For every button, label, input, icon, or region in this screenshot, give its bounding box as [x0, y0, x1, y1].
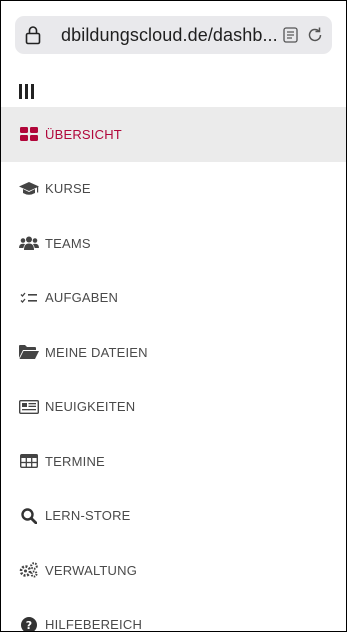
sidebar-item-lern-store[interactable]: LERN-STORE — [1, 489, 346, 544]
browser-frame: dbildungscloud.de/dashb... ÜBERSICHT KUR… — [0, 0, 347, 632]
browser-toolbar: dbildungscloud.de/dashb... — [1, 1, 346, 69]
users-icon — [19, 233, 39, 253]
hamburger-icon[interactable] — [19, 84, 34, 99]
sidebar-item-hilfebereich[interactable]: ? HILFEBEREICH — [1, 598, 346, 632]
url-text[interactable]: dbildungscloud.de/dashb... — [61, 25, 278, 46]
reload-icon[interactable] — [306, 26, 324, 49]
sidebar-item-teams[interactable]: TEAMS — [1, 216, 346, 271]
sidebar-item-label: TERMINE — [45, 453, 105, 469]
lock-icon — [25, 25, 41, 50]
address-bar[interactable]: dbildungscloud.de/dashb... — [15, 16, 332, 54]
sidebar-item-termine[interactable]: TERMINE — [1, 434, 346, 489]
calendar-table-icon — [19, 451, 39, 471]
sidebar-item-label: HILFEBEREICH — [45, 617, 143, 632]
sidebar-item-label: KURSE — [45, 181, 91, 197]
reader-icon[interactable] — [283, 27, 298, 48]
sidebar-item-label: VERWALTUNG — [45, 562, 138, 578]
sidebar-item-label: AUFGABEN — [45, 290, 119, 306]
cogs-icon — [19, 560, 39, 580]
sidebar-item-kurse[interactable]: KURSE — [1, 162, 346, 217]
help-icon: ? — [19, 615, 39, 632]
sidebar-item-verwaltung[interactable]: VERWALTUNG — [1, 543, 346, 598]
graduation-cap-icon — [19, 179, 39, 199]
sidebar-item-neuigkeiten[interactable]: NEUIGKEITEN — [1, 380, 346, 435]
newspaper-icon — [19, 397, 39, 417]
sidebar-item-meine-dateien[interactable]: MEINE DATEIEN — [1, 325, 346, 380]
sidebar-item-label: ÜBERSICHT — [45, 126, 122, 142]
dashboard-icon — [19, 124, 39, 144]
search-icon — [19, 506, 39, 526]
sidebar-nav: ÜBERSICHT KURSE TEAMS AUFGABEN MEINE DAT… — [1, 107, 346, 632]
folder-icon — [19, 342, 39, 362]
tasks-icon — [19, 288, 39, 308]
svg-text:?: ? — [26, 619, 32, 632]
sidebar-item-label: NEUIGKEITEN — [45, 399, 136, 415]
sidebar-item-label: TEAMS — [45, 235, 91, 251]
sidebar-item-uebersicht[interactable]: ÜBERSICHT — [1, 107, 346, 162]
sidebar-item-label: MEINE DATEIEN — [45, 344, 148, 360]
sidebar-item-label: LERN-STORE — [45, 508, 131, 524]
sidebar-item-aufgaben[interactable]: AUFGABEN — [1, 271, 346, 326]
